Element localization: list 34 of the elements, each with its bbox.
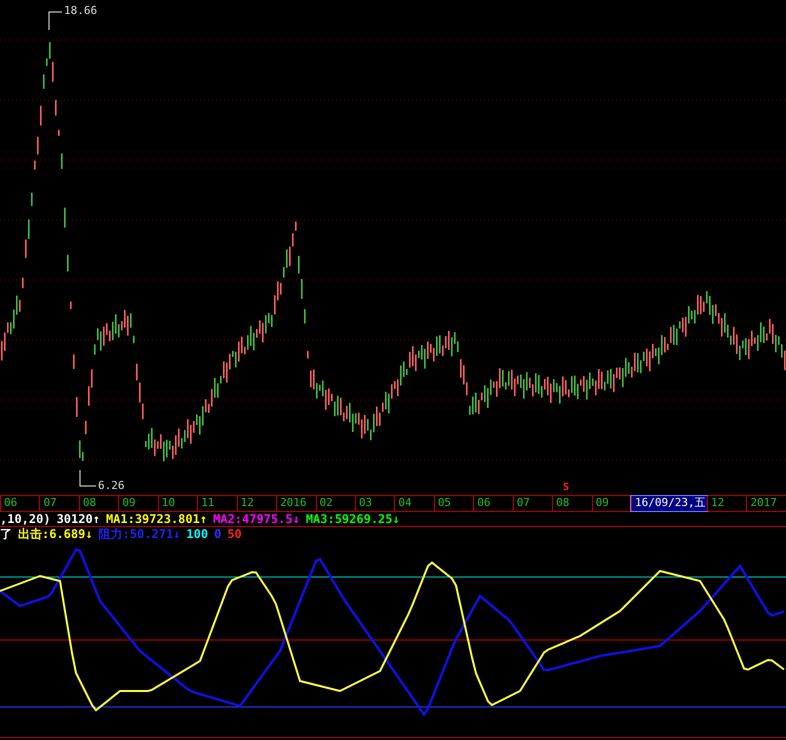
time-axis-label: 02 bbox=[316, 496, 355, 511]
legend-entry: 0 bbox=[214, 527, 222, 541]
legend-entry: ,10,20) bbox=[0, 513, 51, 526]
signal-marker: S bbox=[563, 482, 570, 494]
time-axis-label: 10 bbox=[158, 496, 198, 511]
legend-entry: 50 bbox=[227, 527, 242, 541]
time-axis-label: 07 bbox=[39, 496, 79, 511]
time-axis-label: 05 bbox=[434, 496, 474, 511]
high-price-label: 18.66 bbox=[64, 4, 98, 17]
time-axis-label: 04 bbox=[394, 496, 434, 511]
legend-entry: 100 bbox=[186, 527, 208, 541]
time-axis-label: 06 bbox=[473, 496, 513, 511]
time-axis-label: 2017 bbox=[746, 496, 786, 511]
time-axis-label: 08 bbox=[78, 496, 118, 511]
time-axis-label: 06 bbox=[0, 496, 40, 511]
time-axis-label: 07 bbox=[512, 496, 552, 511]
legend-entry: MA2:47975.5↓ bbox=[213, 513, 300, 526]
time-axis-label: 12 bbox=[707, 496, 746, 511]
leader-line bbox=[48, 12, 62, 30]
legend-entry: MA3:59269.25↓ bbox=[306, 513, 400, 526]
time-axis-label: 2016 bbox=[276, 496, 316, 511]
time-axis-label: 09 bbox=[118, 496, 158, 511]
time-axis-label: 11 bbox=[197, 496, 237, 511]
legend-entry: 阻力:50.271↓ bbox=[98, 527, 180, 541]
legend-entry: 了 bbox=[0, 527, 12, 541]
time-axis-label: 12 bbox=[236, 496, 276, 511]
time-axis-label: 16/09/23,五 bbox=[631, 496, 707, 511]
legend-entry: 出击:6.689↓ bbox=[18, 527, 93, 541]
time-axis-label: 03 bbox=[354, 496, 394, 511]
low-price-label: 6.26 bbox=[98, 479, 124, 492]
legend-entry: 30120↑ bbox=[56, 513, 100, 526]
legend-entry: MA1:39723.801↑ bbox=[106, 513, 208, 526]
time-axis-label: 08 bbox=[552, 496, 592, 511]
leader-line bbox=[80, 470, 96, 486]
